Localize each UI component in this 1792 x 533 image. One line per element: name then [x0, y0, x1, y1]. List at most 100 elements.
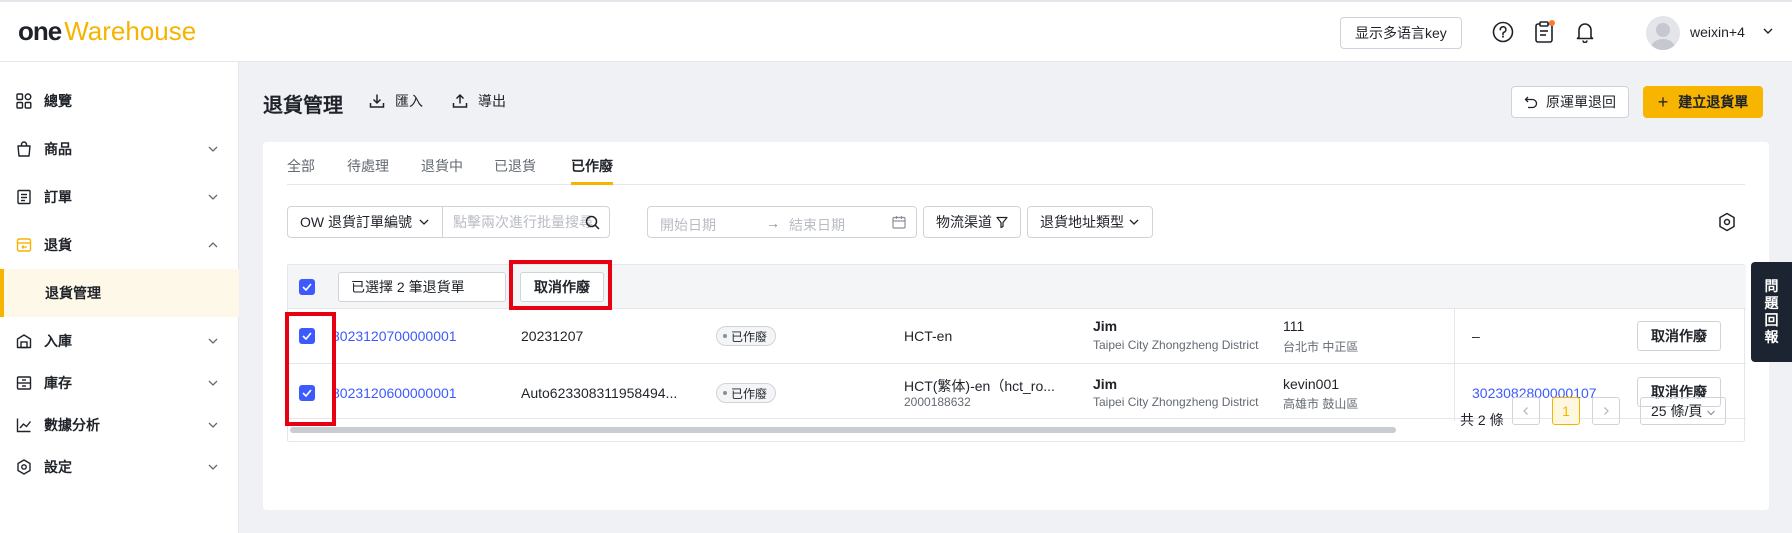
column-settings-icon[interactable] [1718, 212, 1736, 235]
receiver-name: 111 [1283, 318, 1305, 334]
horizontal-scrollbar[interactable] [290, 427, 1396, 433]
download-icon [369, 94, 385, 108]
feedback-char: 回 [1764, 312, 1779, 328]
language-key-button[interactable]: 显示多语言key [1340, 17, 1462, 49]
annotation-box-row-checkboxes [285, 312, 336, 426]
related-order: – [1472, 328, 1480, 344]
order-number-link[interactable]: 8023120700000001 [332, 328, 457, 344]
username[interactable]: weixin+4 [1690, 24, 1745, 40]
page-number-current[interactable]: 1 [1552, 397, 1580, 425]
content-card: 全部 待處理 退貨中 已退貨 已作廢 OW 退貨訂單編號 點擊兩次進行批量搜尋 … [263, 142, 1769, 510]
sidebar-item-label: 退貨 [44, 237, 72, 253]
sidebar-item-products[interactable]: 商品 [0, 125, 239, 173]
sidebar-item-label: 庫存 [44, 375, 72, 391]
tab-returning[interactable]: 退貨中 [421, 156, 463, 176]
chevron-right-icon [1604, 407, 1609, 415]
import-button[interactable]: 匯入 [369, 91, 423, 111]
tab-returned[interactable]: 已退貨 [494, 156, 536, 176]
bell-icon[interactable] [1573, 20, 1597, 44]
feedback-char: 題 [1764, 295, 1779, 311]
search-field-select[interactable]: OW 退貨訂單編號 [287, 206, 443, 238]
logistics-channel-filter[interactable]: 物流渠道 [923, 206, 1021, 238]
return-address-type-select[interactable]: 退貨地址類型 [1027, 206, 1153, 238]
calendar-icon [892, 216, 906, 229]
select-all-checkbox[interactable] [299, 279, 315, 295]
clipboard-task-icon[interactable] [1532, 20, 1556, 44]
page-size-select[interactable]: 25 條/頁 [1640, 397, 1726, 425]
search-placeholder: 點擊兩次進行批量搜尋 [453, 214, 593, 230]
sender-name: Jim [1093, 318, 1118, 334]
undo-icon [1524, 96, 1538, 109]
create-return-label: 建立退貨單 [1678, 94, 1749, 110]
search-input[interactable]: 點擊兩次進行批量搜尋 [442, 206, 610, 238]
receiver-name: kevin001 [1283, 376, 1340, 392]
chevron-down-icon [207, 142, 219, 158]
inbound-icon [16, 333, 32, 349]
chevron-down-icon [207, 418, 219, 434]
search-icon[interactable] [585, 215, 600, 230]
sidebar-item-label: 設定 [44, 459, 72, 475]
chevron-down-icon [207, 460, 219, 476]
tab-pending[interactable]: 待處理 [347, 156, 389, 176]
return-address-type-label: 退貨地址類型 [1040, 214, 1124, 230]
sender-name: Jim [1093, 376, 1118, 392]
order-number-link[interactable]: 8023120600000001 [332, 385, 457, 401]
sidebar-subitem-return-management[interactable]: 退貨管理 [0, 269, 239, 317]
brand-logo[interactable]: one Warehouse [18, 14, 196, 48]
carrier-tracking: 2000188632 [904, 395, 971, 409]
sidebar-item-label: 訂單 [44, 189, 72, 205]
chevron-down-icon [207, 376, 219, 392]
sidebar-item-returns[interactable]: 退貨 [0, 221, 239, 269]
export-label: 導出 [478, 93, 506, 109]
search-field-value: OW 退貨訂單編號 [300, 214, 412, 230]
check-icon [302, 283, 312, 291]
chevron-up-icon [207, 238, 219, 254]
sidebar-item-label: 入庫 [44, 333, 72, 349]
sidebar-item-analytics[interactable]: 數據分析 [0, 401, 239, 449]
return-to-origin-button[interactable]: 原運單退回 [1511, 86, 1629, 118]
tab-all[interactable]: 全部 [287, 156, 315, 176]
page-size-label: 25 條/頁 [1651, 403, 1703, 419]
return-to-origin-label: 原運單退回 [1546, 94, 1616, 110]
avatar[interactable] [1646, 16, 1680, 50]
sidebar-item-label: 商品 [44, 141, 72, 157]
date-range-picker[interactable]: 開始日期 → 結束日期 [647, 206, 917, 238]
create-return-button[interactable]: + 建立退貨單 [1643, 86, 1763, 118]
chevron-left-icon [1523, 407, 1528, 415]
prev-page-button[interactable] [1512, 397, 1540, 425]
fixed-column-divider [1454, 309, 1455, 421]
help-icon[interactable] [1491, 20, 1515, 44]
brand-part-one: one [18, 16, 62, 46]
import-label: 匯入 [395, 93, 423, 109]
page-title: 退貨管理 [263, 95, 343, 117]
cancel-void-button[interactable]: 取消作廢 [1637, 321, 1721, 351]
chevron-down-icon [207, 190, 219, 206]
next-page-button[interactable] [1592, 397, 1620, 425]
pagination-total: 共 2 條 [1460, 412, 1504, 428]
analytics-icon [16, 417, 32, 433]
status-label: 已作廢 [731, 329, 768, 344]
chevron-down-icon[interactable] [1762, 24, 1774, 40]
status-badge: 已作廢 [716, 326, 777, 346]
export-button[interactable]: 導出 [452, 91, 506, 111]
brand-part-warehouse: Warehouse [64, 16, 197, 46]
sidebar-item-label: 總覽 [44, 93, 72, 109]
chevron-down-icon [207, 334, 219, 350]
tab-voided[interactable]: 已作廢 [571, 156, 613, 176]
feedback-button[interactable]: 問 題 回 報 [1751, 262, 1792, 362]
sidebar-item-overview[interactable]: 總覽 [0, 77, 239, 125]
sender-address: Taipei City Zhongzheng District [1093, 338, 1259, 352]
date-end-placeholder: 結束日期 [789, 217, 845, 233]
reference-number: Auto623308311958494... [521, 385, 678, 401]
sidebar-item-label: 數據分析 [44, 417, 100, 433]
sidebar-item-settings[interactable]: 設定 [0, 443, 239, 491]
annotation-box-bulk-cancel [509, 260, 612, 310]
sidebar-item-inventory[interactable]: 庫存 [0, 359, 239, 407]
product-icon [16, 141, 32, 157]
bulk-action-bar: 已選擇 2 筆退貨單 取消作廢 [288, 265, 1746, 309]
sender-address: Taipei City Zhongzheng District [1093, 395, 1259, 409]
sidebar-item-inbound[interactable]: 入庫 [0, 317, 239, 365]
receiver-address: 高雄市 鼓山區 [1283, 397, 1359, 411]
active-tab-indicator [571, 182, 613, 185]
sidebar-item-orders[interactable]: 訂單 [0, 173, 239, 221]
